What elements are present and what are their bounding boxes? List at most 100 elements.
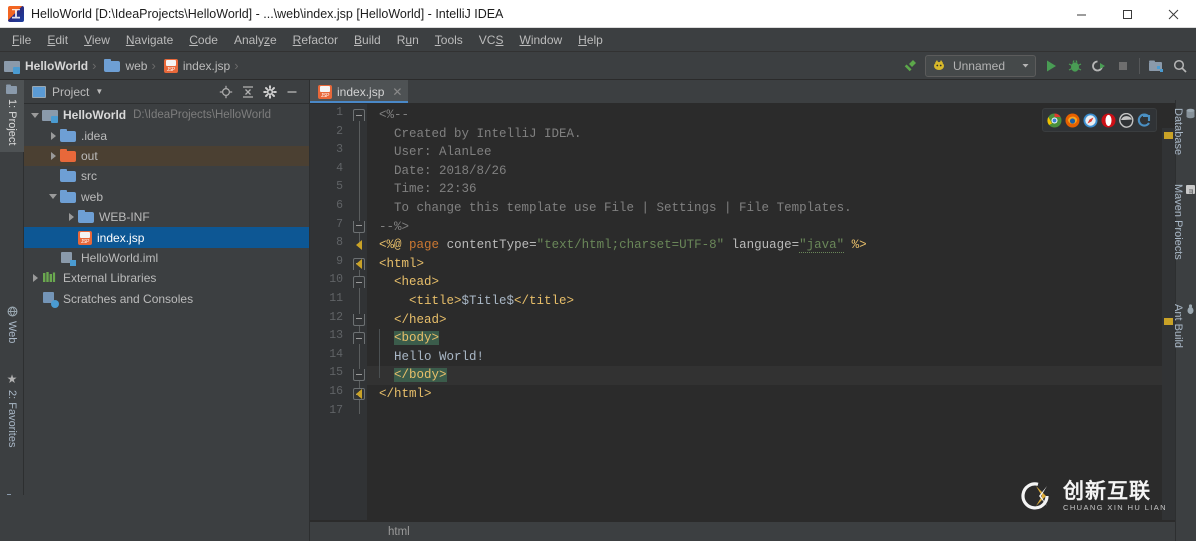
tree-node-helloworld-iml[interactable]: HelloWorld.iml <box>24 248 309 268</box>
breadcrumb-html[interactable]: html <box>388 526 410 538</box>
folder-orange-icon <box>60 148 76 164</box>
maximize-button[interactable] <box>1104 0 1150 28</box>
gutter-marker-icon[interactable] <box>356 258 366 269</box>
line-number: 5 <box>336 180 343 194</box>
tree-node--idea[interactable]: .idea <box>24 125 309 145</box>
tool-tab-database[interactable]: Database <box>1172 104 1196 172</box>
stop-square-icon[interactable] <box>1111 54 1135 78</box>
fold-toggle-icon[interactable] <box>353 369 365 382</box>
run-configuration-selector[interactable]: Unnamed <box>924 55 1036 77</box>
edge-icon[interactable] <box>1119 112 1134 128</box>
breadcrumb-index-jsp[interactable]: index.jsp› <box>160 52 243 80</box>
menu-item-help[interactable]: Help <box>570 30 611 50</box>
chevron-down-icon[interactable] <box>1021 59 1030 73</box>
menu-item-navigate[interactable]: Navigate <box>118 30 181 50</box>
menu-item-analyze[interactable]: Analyze <box>226 30 285 50</box>
menu-item-tools[interactable]: Tools <box>427 30 471 50</box>
tool-tab-ant-build[interactable]: Ant Build <box>1172 300 1196 378</box>
chevron-down-icon[interactable] <box>28 112 42 118</box>
menu-item-refactor[interactable]: Refactor <box>285 30 346 50</box>
tree-node-index-jsp[interactable]: index.jsp <box>24 227 309 248</box>
menu-item-edit[interactable]: Edit <box>39 30 76 50</box>
minimize-button[interactable] <box>1058 0 1104 28</box>
fold-toggle-icon[interactable] <box>353 332 365 345</box>
safari-icon[interactable] <box>1083 113 1098 128</box>
build-hammer-icon[interactable] <box>898 54 922 78</box>
tree-node-src[interactable]: src <box>24 166 309 186</box>
tool-tab-web[interactable]: Web <box>0 302 24 350</box>
opera-icon[interactable] <box>1101 113 1116 128</box>
intellij-idea-icon <box>8 5 24 22</box>
chevron-right-icon[interactable] <box>46 151 60 160</box>
window-title: HelloWorld [D:\IdeaProjects\HelloWorld] … <box>31 6 504 21</box>
menu-item-window[interactable]: Window <box>511 30 570 50</box>
line-number: 2 <box>336 124 343 138</box>
folder-icon <box>78 209 94 225</box>
editor-tab-index-jsp[interactable]: index.jsp ✕ <box>310 80 409 103</box>
chevron-right-icon[interactable] <box>46 131 60 140</box>
code-folding-column[interactable] <box>352 104 367 541</box>
project-view-icon <box>32 85 46 98</box>
tool-tab-1--project[interactable]: 1: Project <box>0 80 24 152</box>
menu-item-run[interactable]: Run <box>389 30 427 50</box>
coverage-icon[interactable] <box>1087 54 1111 78</box>
editor-gutter[interactable]: 1 2 3 4 5 6 7 8 9 10 11 12 13 14 15 16 17 <box>310 104 367 541</box>
tree-node-label: HelloWorld.iml <box>81 250 159 265</box>
close-button[interactable] <box>1150 0 1196 28</box>
menu-item-file[interactable]: File <box>4 30 39 50</box>
tool-tab-maven-projects[interactable]: m Maven Projects <box>1172 180 1196 290</box>
menu-item-code[interactable]: Code <box>181 30 226 50</box>
fold-toggle-icon[interactable] <box>353 276 365 289</box>
menu-bar: File Edit View Navigate Code Analyze Refactor B… <box>0 28 1196 52</box>
gear-icon[interactable] <box>259 81 281 103</box>
gutter-marker-icon[interactable] <box>356 389 366 399</box>
error-stripe-marker[interactable] <box>1164 131 1173 139</box>
fold-toggle-icon[interactable] <box>353 220 365 233</box>
line-number: 15 <box>329 366 343 380</box>
svg-text:m: m <box>1187 189 1194 195</box>
error-stripe-marker[interactable] <box>1164 317 1173 325</box>
breadcrumb-helloworld[interactable]: HelloWorld › <box>0 52 100 80</box>
chevron-down-icon[interactable]: ▼ <box>95 87 103 96</box>
tree-node-external-libraries[interactable]: External Libraries <box>24 268 309 288</box>
error-stripe-markers[interactable] <box>1162 128 1175 523</box>
close-icon[interactable]: ✕ <box>392 86 402 98</box>
minus-icon[interactable] <box>281 81 303 103</box>
tree-node-out[interactable]: out <box>24 145 309 167</box>
menu-item-vcs[interactable]: VCS <box>471 30 512 50</box>
jsp-file-icon <box>163 59 178 73</box>
fold-toggle-icon[interactable] <box>353 313 365 326</box>
code-line: <html> <box>379 256 425 271</box>
chevron-right-icon[interactable] <box>28 274 42 283</box>
tree-node-scratches-and-consoles[interactable]: Scratches and Consoles <box>24 289 309 309</box>
chevron-right-icon[interactable] <box>64 213 78 222</box>
code-line: Created by IntelliJ IDEA. <box>379 126 582 141</box>
firefox-icon[interactable] <box>1065 113 1080 128</box>
maven-icon: m <box>1184 184 1196 286</box>
fold-toggle-icon[interactable] <box>353 109 365 121</box>
tree-node-web-inf[interactable]: WEB-INF <box>24 207 309 227</box>
project-tree[interactable]: HelloWorld D:\IdeaProjects\HelloWorld .ide… <box>24 105 309 541</box>
gutter-marker-icon[interactable] <box>356 240 366 251</box>
search-icon[interactable] <box>1168 54 1192 78</box>
target-crosshair-icon[interactable] <box>215 81 237 103</box>
menu-item-view[interactable]: View <box>76 30 118 50</box>
browser-icon[interactable] <box>1137 113 1152 128</box>
debug-bug-icon[interactable] <box>1063 54 1087 78</box>
tree-node-web[interactable]: web <box>24 187 309 207</box>
project-structure-icon[interactable] <box>1144 54 1168 78</box>
breadcrumb-web[interactable]: web › <box>100 52 159 80</box>
tree-node-label: web <box>81 189 104 204</box>
tree-node-helloworld[interactable]: HelloWorld D:\IdeaProjects\HelloWorld <box>24 105 309 125</box>
menu-item-build[interactable]: Build <box>346 30 389 50</box>
line-number: 1 <box>336 106 343 119</box>
chevron-down-icon[interactable] <box>46 194 60 200</box>
collapse-all-icon[interactable] <box>237 81 259 103</box>
code-editor[interactable]: 1 2 3 4 5 6 7 8 9 10 11 12 13 14 15 16 17 <%-- Created b… <box>310 104 1175 541</box>
line-number: 10 <box>329 273 343 287</box>
breadcrumb-separator: › <box>92 58 97 73</box>
line-number: 3 <box>336 143 343 157</box>
chrome-icon[interactable] <box>1047 112 1062 128</box>
run-button[interactable] <box>1039 54 1063 78</box>
tool-tab-2--favorites[interactable]: ★ 2: Favorites <box>0 368 24 460</box>
